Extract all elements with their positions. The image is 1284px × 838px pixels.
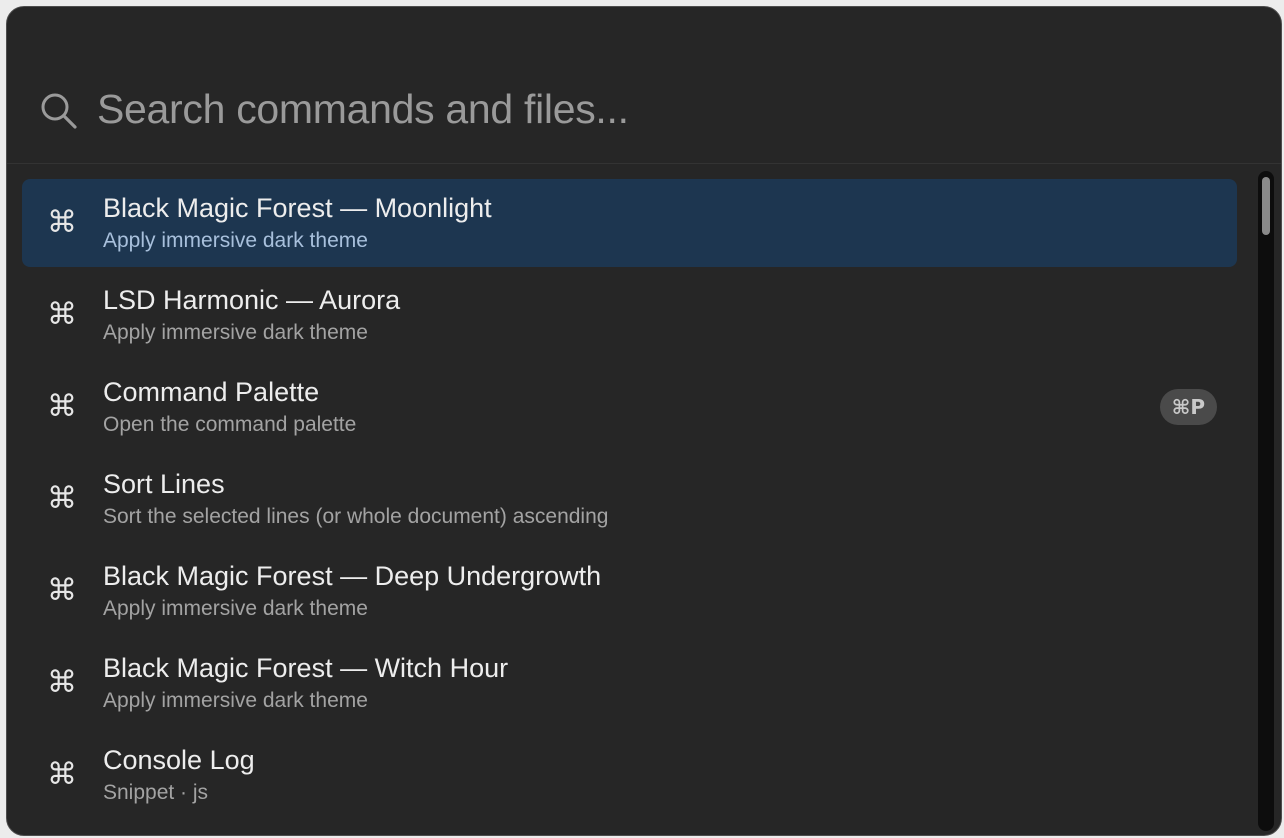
result-item-black-magic-forest-witch-hour[interactable]: ⌘ Black Magic Forest — Witch Hour Apply … (22, 639, 1237, 727)
search-input[interactable] (97, 81, 1197, 137)
result-subtitle: Sort the selected lines (or whole docume… (103, 505, 609, 528)
result-title: Console Log (103, 745, 255, 775)
result-title: Black Magic Forest — Deep Undergrowth (103, 561, 602, 591)
result-title: Black Magic Forest — Moonlight (103, 193, 492, 223)
result-title: LSD Harmonic — Aurora (103, 285, 401, 315)
result-item-sort-lines[interactable]: ⌘ Sort Lines Sort the selected lines (or… (22, 455, 1237, 543)
shortcut-badge: ⌘P (1159, 389, 1217, 425)
command-key-icon: ⌘ (47, 205, 77, 240)
result-subtitle: Apply immersive dark theme (103, 229, 368, 252)
command-key-icon: ⌘ (47, 297, 77, 332)
command-palette-window: ⌘ Black Magic Forest — Moonlight Apply i… (6, 6, 1282, 836)
result-title: Sort Lines (103, 469, 225, 499)
result-item-black-magic-forest-deep-undergrowth[interactable]: ⌘ Black Magic Forest — Deep Undergrowth … (22, 547, 1237, 635)
command-key-icon: ⌘ (47, 757, 77, 792)
result-subtitle: Apply immersive dark theme (103, 689, 368, 712)
result-item-command-palette[interactable]: ⌘ Command Palette Open the command palet… (22, 363, 1237, 451)
result-title: Command Palette (103, 377, 320, 407)
scrollbar-track-background (1258, 171, 1274, 831)
search-icon (40, 92, 78, 130)
command-key-icon: ⌘ (47, 665, 77, 700)
results-scrollbar[interactable] (1255, 171, 1277, 831)
search-bar (7, 7, 1281, 164)
result-subtitle: Open the command palette (103, 413, 357, 436)
command-key-icon: ⌘ (47, 573, 77, 608)
scrollbar-thumb[interactable] (1262, 177, 1270, 235)
result-subtitle: Snippet · js (103, 781, 209, 804)
result-item-lsd-harmonic-aurora[interactable]: ⌘ LSD Harmonic — Aurora Apply immersive … (22, 271, 1237, 359)
command-key-icon: ⌘ (47, 389, 77, 424)
command-key-icon: ⌘ (47, 481, 77, 516)
result-item-console-log[interactable]: ⌘ Console Log Snippet · js (22, 731, 1237, 819)
result-subtitle: Apply immersive dark theme (103, 597, 368, 620)
result-item-black-magic-forest-moonlight[interactable]: ⌘ Black Magic Forest — Moonlight Apply i… (22, 179, 1237, 267)
result-title: Black Magic Forest — Witch Hour (103, 653, 509, 683)
results-list: ⌘ Black Magic Forest — Moonlight Apply i… (22, 179, 1238, 835)
result-subtitle: Apply immersive dark theme (103, 321, 368, 344)
